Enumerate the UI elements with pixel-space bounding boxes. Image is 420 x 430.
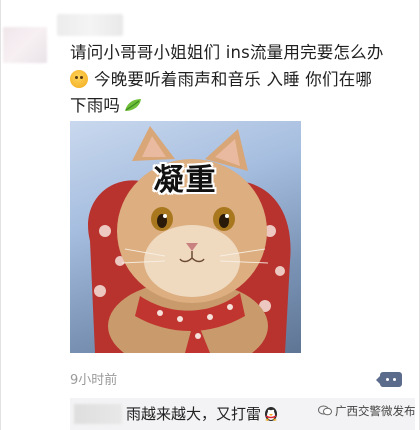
bird-icon [265,407,278,421]
post-line-2-wrap: 今晚要听着雨声和音乐 入睡 你们在哪 [70,67,415,94]
post-line-3: 下雨吗 [70,96,121,115]
post-line-3-wrap: 下雨吗 [70,93,415,120]
watermark: 广西交警微发布 [318,403,416,419]
wechat-icon [318,405,332,416]
comment-text-wrap: 雨越来越大，又打雷 [126,403,279,424]
avatar[interactable] [3,27,47,63]
post-line-2: 今晚要听着雨声和音乐 入睡 你们在哪 [94,69,373,89]
moment-card: 请问小哥哥小姐姐们 ins流量用完要怎么办 今晚要听着雨声和音乐 入睡 你们在哪… [0,0,420,430]
image-caption: 凝重 [153,163,218,198]
comment-text: 雨越来越大，又打雷 [126,405,262,423]
username-blurred[interactable] [57,14,123,36]
comment-more-button[interactable] [376,372,402,387]
leaf-icon [125,99,142,111]
post-text: 请问小哥哥小姐姐们 ins流量用完要怎么办 今晚要听着雨声和音乐 入睡 你们在哪… [70,40,415,120]
watermark-text: 广西交警微发布 [335,404,416,418]
smiling-face-icon [70,69,88,88]
comment-username-blurred[interactable] [74,404,122,424]
post-line-1: 请问小哥哥小姐姐们 ins流量用完要怎么办 [70,43,384,62]
post-timestamp: 9小时前 [70,373,118,388]
more-button-pointer [376,376,380,384]
post-photo[interactable]: 凝重 [70,121,301,353]
